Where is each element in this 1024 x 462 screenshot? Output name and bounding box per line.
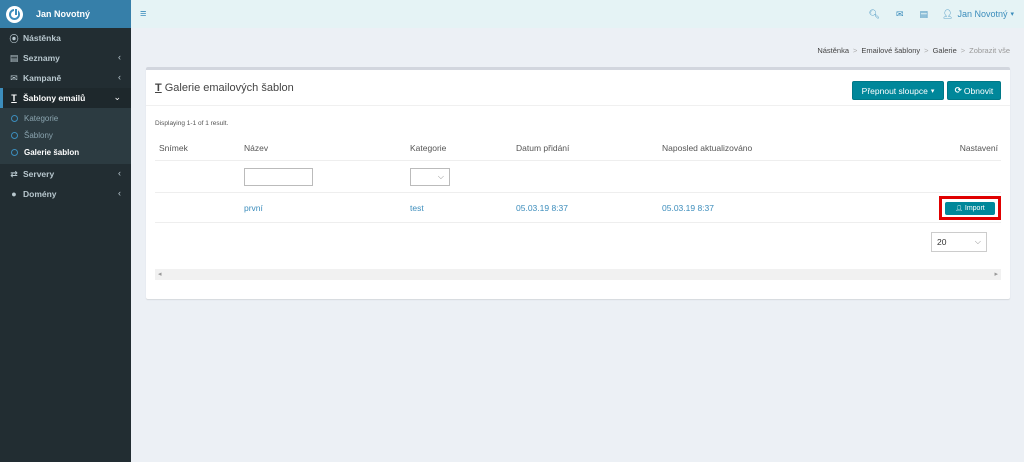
page-size-value: 20 (937, 237, 947, 247)
sidebar-subitem-label: Galerie šablon (24, 148, 80, 157)
user-icon: 👤︎ (955, 206, 963, 212)
sidebar-item-seznamy[interactable]: ▤ Seznamy ‹ (0, 48, 131, 68)
circle-icon (11, 149, 18, 156)
refresh-label: Obnovit (963, 85, 994, 96)
circle-icon (11, 115, 18, 122)
toggle-columns-label: Přepnout sloupce (861, 85, 928, 96)
page-title-text: Galerie emailových šablon (164, 81, 294, 94)
dashboard-icon: ⦿ (9, 33, 19, 44)
sidebar-subitem-label: Šablony (24, 131, 53, 140)
chevron-left-icon: ‹ (118, 72, 121, 82)
sidebar-item-label: Seznamy (23, 53, 60, 63)
chevron-down-icon: ⌄ (113, 92, 121, 102)
chevron-left-icon: ‹ (118, 52, 121, 62)
text-icon: T (11, 93, 17, 103)
brand-user-name: Jan Novotný (36, 9, 91, 19)
box-header: T Galerie emailových šablon Přepnout slo… (146, 70, 1010, 106)
navbar-right: 🔍︎ ✉ ▤ 👤︎ Jan Novotný ▾ (853, 0, 1014, 28)
toggle-columns-button[interactable]: Přepnout sloupce ▾ (852, 81, 944, 100)
caret-down-icon: ▾ (930, 87, 935, 95)
card-icon[interactable]: ▤ (920, 9, 929, 20)
row-category-link[interactable]: test (410, 203, 424, 213)
import-button[interactable]: 👤︎ Import (945, 202, 995, 215)
breadcrumb-item-nastenka[interactable]: Nástěnka (817, 46, 849, 55)
column-header-snapshot[interactable]: Snímek (159, 143, 188, 153)
breadcrumb-item-emailove-sablony[interactable]: Emailové šablony (861, 46, 920, 55)
breadcrumb-item-current: Zobrazit vše (969, 46, 1010, 55)
chevron-down-icon: ⌵ (974, 237, 981, 246)
table-header-row: Snímek Název Kategorie Datum přidání Nap… (155, 134, 1001, 161)
breadcrumb-separator: > (924, 46, 929, 55)
power-logo-icon (6, 5, 23, 23)
chevron-left-icon: ‹ (118, 168, 121, 178)
sidebar-item-label: Šablony emailů (23, 93, 86, 103)
chevron-left-icon: ‹ (118, 188, 121, 198)
row-name-link[interactable]: první (244, 203, 263, 213)
search-icon[interactable]: 🔍︎ (869, 9, 880, 20)
globe-icon: ● (11, 189, 17, 199)
column-header-settings: Nastavení (959, 143, 998, 153)
sidebar-item-label: Domény (23, 189, 57, 199)
sidebar-item-label: Nástěnka (23, 33, 61, 43)
sidebar-item-servery[interactable]: ⇄ Servery ‹ (0, 164, 131, 184)
top-navbar: ≡ 🔍︎ ✉ ▤ 👤︎ Jan Novotný ▾ (131, 0, 1024, 28)
page-size-select[interactable]: 20 ⌵ (931, 232, 987, 252)
page-title: T Galerie emailových šablon (155, 82, 294, 94)
refresh-icon: ⟳ (954, 85, 962, 95)
templates-table: Snímek Název Kategorie Datum přidání Nap… (155, 134, 1001, 223)
sidebar-item-sablony-emailu[interactable]: T Šablony emailů ⌄ (0, 88, 131, 108)
envelope-icon[interactable]: ✉ (896, 9, 904, 20)
user-menu[interactable]: 👤︎ Jan Novotný ▾ (942, 9, 1014, 20)
brand-header[interactable]: Jan Novotný (0, 0, 131, 28)
sidebar-item-label: Kampaně (23, 73, 62, 83)
column-header-updated[interactable]: Naposled aktualizováno (662, 143, 752, 153)
exchange-icon: ⇄ (10, 168, 18, 179)
gallery-box: T Galerie emailových šablon Přepnout slo… (146, 67, 1010, 299)
sidebar-submenu: Kategorie Šablony Galerie šablon (0, 108, 131, 164)
name-filter-input[interactable] (244, 168, 313, 186)
envelope-icon: ✉ (10, 72, 18, 83)
breadcrumb-item-galerie[interactable]: Galerie (933, 46, 957, 55)
horizontal-scrollbar[interactable]: ◂ ▸ (155, 269, 1001, 280)
sidebar-item-domeny[interactable]: ● Domény ‹ (0, 184, 131, 204)
breadcrumb-separator: > (853, 46, 858, 55)
row-added-date: 05.03.19 8:37 (516, 203, 568, 213)
row-updated-date: 05.03.19 8:37 (662, 203, 714, 213)
text-icon: T (155, 81, 162, 94)
breadcrumb: Nástěnka > Emailové šablony > Galerie > … (817, 46, 1010, 55)
import-label: Import (964, 205, 985, 212)
user-menu-label: Jan Novotný (957, 9, 1008, 19)
scroll-left-icon[interactable]: ◂ (158, 270, 162, 278)
sidebar: Jan Novotný ⦿ Nástěnka ▤ Seznamy ‹ ✉ Kam… (0, 0, 131, 462)
scroll-right-icon[interactable]: ▸ (994, 270, 998, 278)
hamburger-menu-icon[interactable]: ≡ (140, 8, 146, 20)
column-header-category[interactable]: Kategorie (410, 143, 446, 153)
sidebar-subitem-label: Kategorie (24, 114, 59, 123)
table-filter-row: ⌵ (155, 161, 1001, 193)
column-header-added[interactable]: Datum přidání (516, 143, 569, 153)
column-header-name[interactable]: Název (244, 143, 268, 153)
user-icon: 👤︎ (942, 8, 954, 19)
chevron-down-icon: ⌵ (437, 172, 444, 181)
breadcrumb-separator: > (960, 46, 966, 55)
circle-icon (11, 132, 18, 139)
caret-down-icon: ▾ (1010, 11, 1014, 18)
table-row: první test 05.03.19 8:37 05.03.19 8:37 👤… (155, 193, 1001, 223)
result-summary: Displaying 1-1 of 1 result. (155, 120, 229, 127)
sidebar-subitem-kategorie[interactable]: Kategorie (0, 110, 131, 127)
sidebar-item-label: Servery (23, 169, 55, 179)
sidebar-item-nastenka[interactable]: ⦿ Nástěnka (0, 28, 131, 48)
category-filter-select[interactable]: ⌵ (410, 168, 450, 186)
refresh-button[interactable]: ⟳ Obnovit (947, 81, 1001, 100)
sidebar-item-kampane[interactable]: ✉ Kampaně ‹ (0, 68, 131, 88)
sidebar-subitem-galerie-sablon[interactable]: Galerie šablon (0, 144, 131, 161)
import-highlight-frame: 👤︎ Import (939, 196, 1001, 220)
list-icon: ▤ (9, 52, 19, 63)
sidebar-subitem-sablony[interactable]: Šablony (0, 127, 131, 144)
